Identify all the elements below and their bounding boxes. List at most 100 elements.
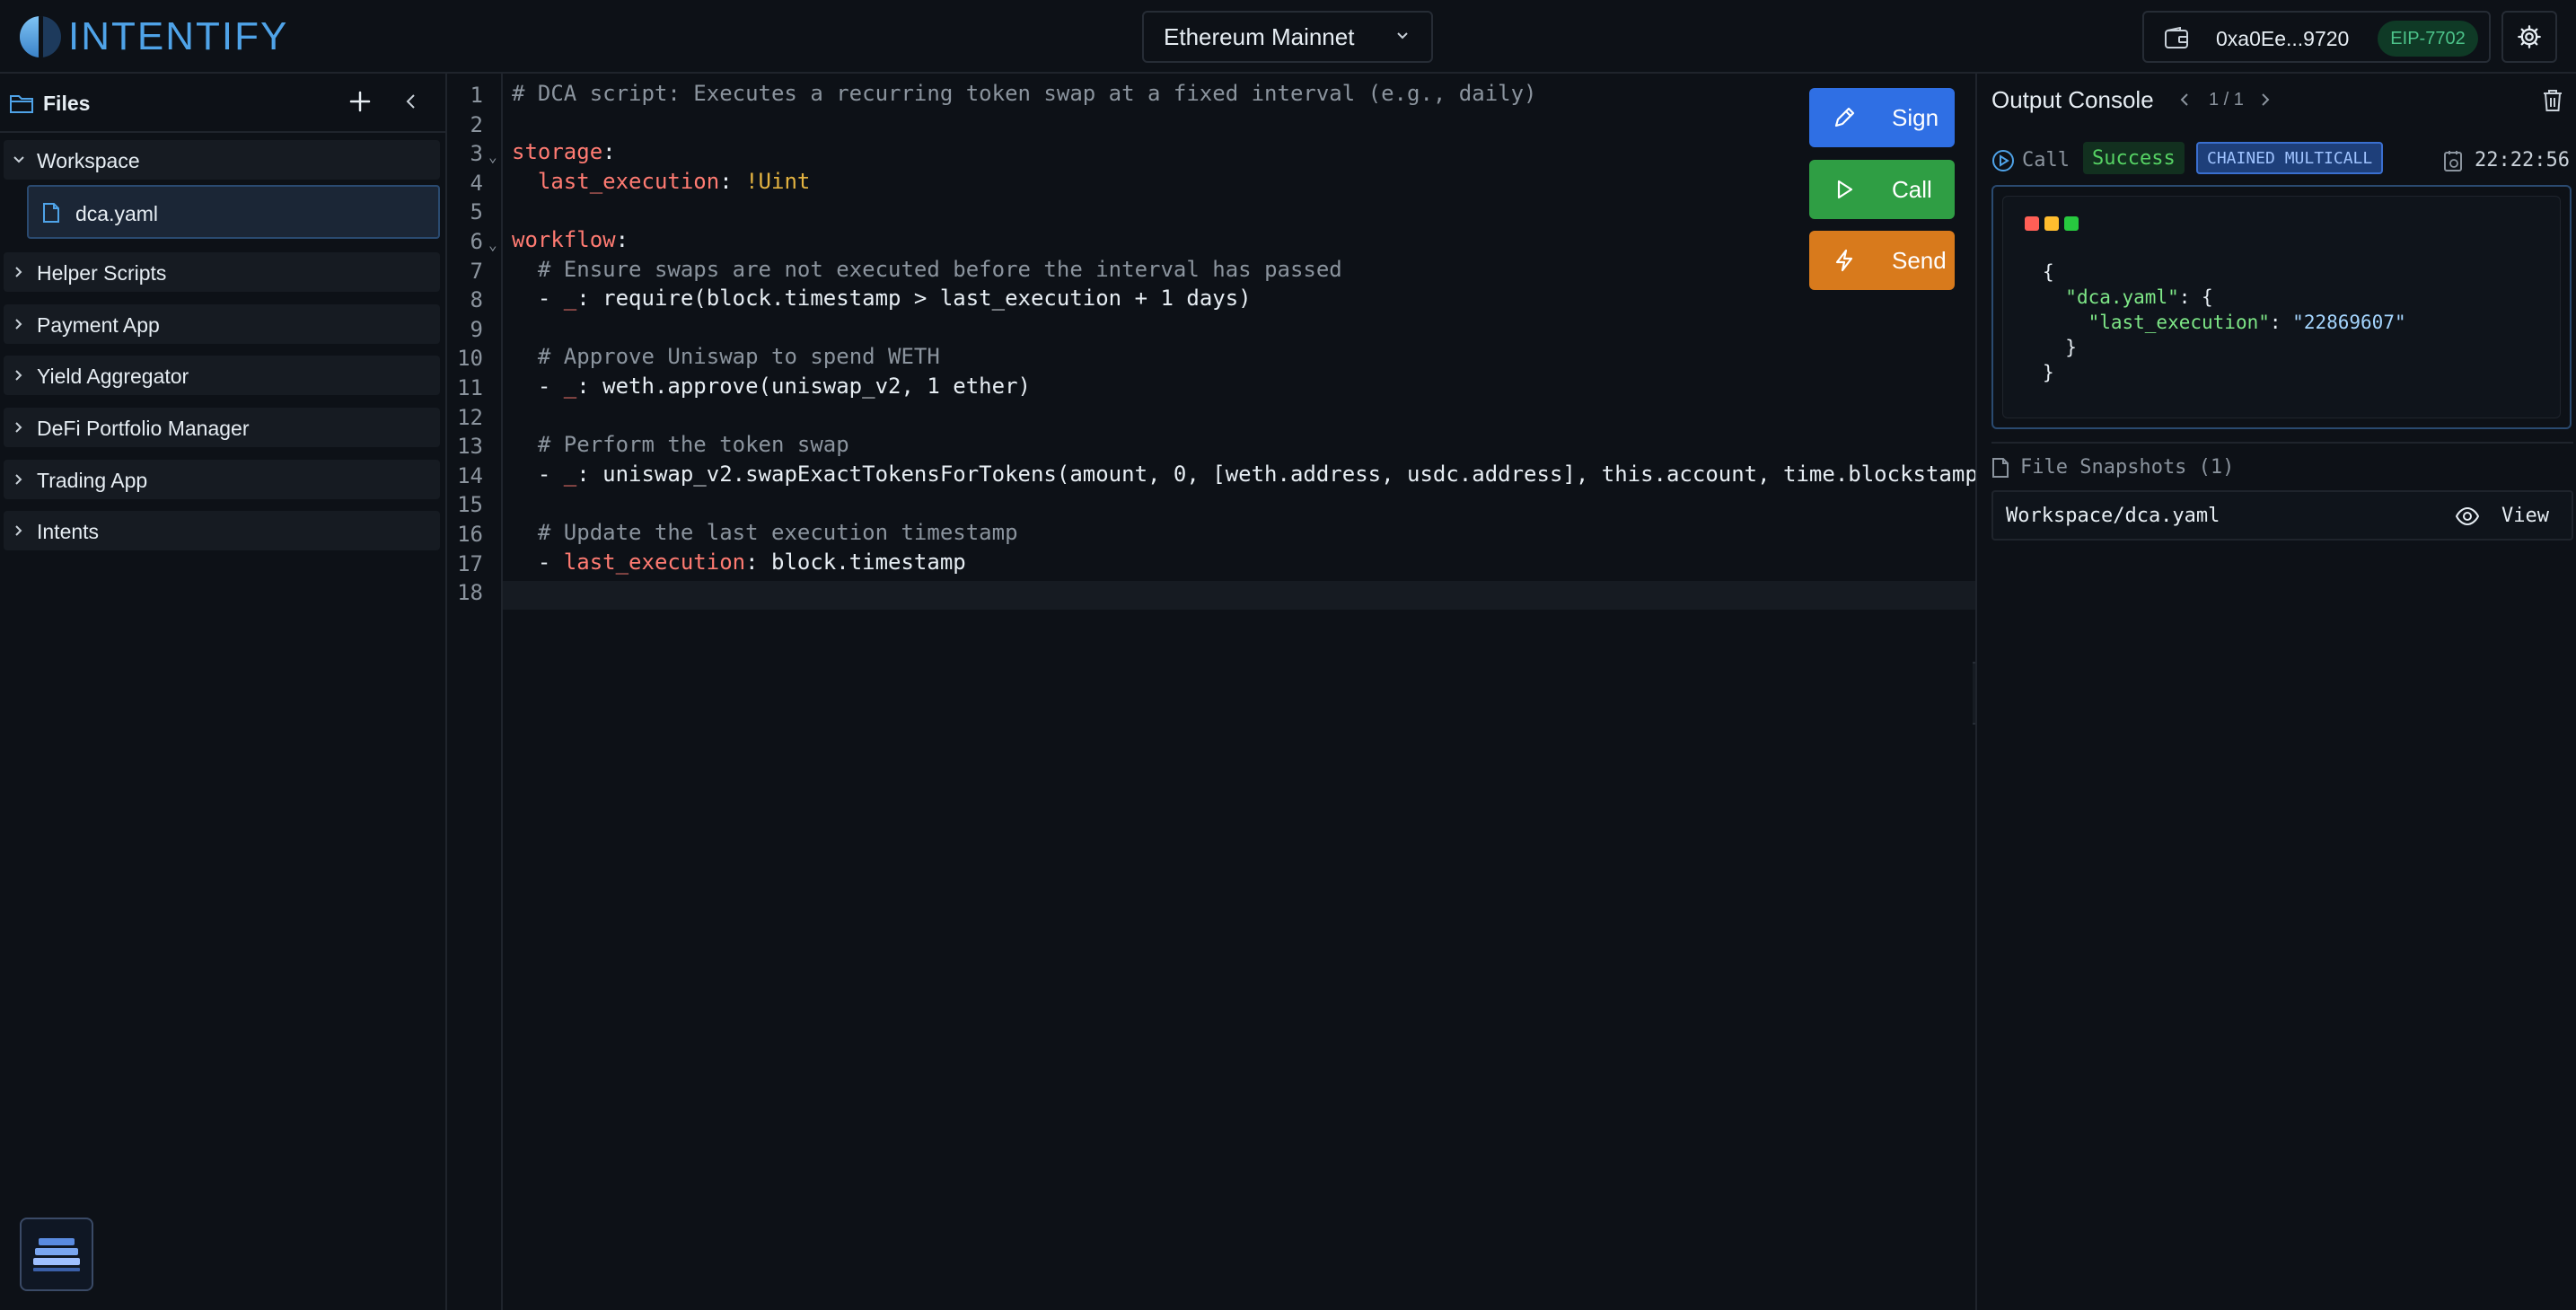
code-editor[interactable]: 1 2 3 ⌄ 4 5 6 ⌄ 7 8 9 10 11 12 13 14 15 16 17 18 # DCA scri…	[447, 74, 1991, 1310]
json-line: "dca.yaml": {	[2065, 286, 2213, 308]
folder-yield-aggregator[interactable]: Yield Aggregator	[4, 356, 440, 395]
line-number: 10	[457, 346, 483, 372]
call-label: Call	[1892, 176, 1932, 203]
line-number: 9	[470, 316, 483, 342]
result-timestamp: 22:22:56	[2475, 149, 2570, 171]
code-token: workflow	[512, 227, 616, 252]
folder-defi-portfolio-manager[interactable]: DeFi Portfolio Manager	[4, 408, 440, 447]
file-snapshots-header: File Snapshots (1)	[1991, 456, 2234, 479]
network-select-value: Ethereum Mainnet	[1164, 22, 1355, 50]
folder-label: Workspace	[37, 149, 140, 172]
chevron-right-icon	[15, 422, 22, 433]
fold-toggle-icon[interactable]: ⌄	[488, 236, 497, 253]
code-token: -	[512, 549, 564, 575]
settings-button[interactable]	[2501, 11, 2557, 63]
eye-icon[interactable]	[2455, 506, 2480, 526]
code-line: - _: weth.approve(uniswap_v2, 1 ether)	[512, 372, 1031, 400]
wallet-button[interactable]: 0xa0Ee...9720 EIP-7702	[2142, 11, 2491, 63]
chevron-right-icon	[15, 319, 22, 330]
code-token: !Uint	[745, 168, 811, 194]
folder-workspace[interactable]: Workspace	[4, 140, 440, 180]
window-dot-green	[2064, 216, 2079, 231]
code-line: # Update the last execution timestamp	[512, 518, 1018, 547]
line-number: 13	[457, 434, 483, 460]
chevron-down-icon	[13, 156, 24, 163]
play-circle-icon	[1992, 150, 2014, 171]
code-token: -	[512, 461, 564, 487]
file-label: dca.yaml	[75, 202, 159, 225]
lightning-icon	[1835, 249, 1853, 272]
folder-intents[interactable]: Intents	[4, 511, 440, 550]
play-icon	[1837, 180, 1853, 199]
line-gutter: 1 2 3 ⌄ 4 5 6 ⌄ 7 8 9 10 11 12 13 14 15 16 17 18	[447, 74, 503, 1310]
pager-indicator: 1 / 1	[2209, 90, 2244, 110]
code-token: storage	[512, 139, 603, 165]
line-number: 1	[470, 83, 483, 108]
folder-label: Payment App	[37, 313, 160, 337]
call-type-label: Call	[2022, 149, 2070, 171]
add-file-icon[interactable]	[347, 88, 374, 115]
folder-label: Yield Aggregator	[37, 365, 189, 388]
code-line: workflow:	[512, 225, 629, 254]
fold-toggle-icon[interactable]: ⌄	[488, 148, 497, 165]
chevron-right-icon[interactable]	[2257, 92, 2273, 108]
folder-label: Intents	[37, 520, 100, 543]
code-line: # Ensure swaps are not executed before t…	[512, 255, 1342, 284]
output-console: Output Console 1 / 1 Call Success CHAINE…	[1975, 74, 2576, 1310]
trash-icon[interactable]	[2541, 88, 2564, 113]
code-line: - _: uniswap_v2.swapExactTokensForTokens…	[512, 460, 1991, 488]
status-badge: Success	[2083, 142, 2185, 174]
chevron-right-icon	[15, 525, 22, 536]
line-number: 5	[470, 199, 483, 225]
folder-helper-scripts[interactable]: Helper Scripts	[4, 252, 440, 292]
code-token: # Perform the token swap	[537, 432, 849, 458]
code-token: last_execution	[537, 168, 720, 194]
folder-payment-app[interactable]: Payment App	[4, 304, 440, 344]
file-snapshots-title: File Snapshots (1)	[2020, 456, 2235, 479]
code-token: -	[512, 374, 564, 399]
line-number: 2	[470, 111, 483, 137]
chevron-right-icon	[15, 370, 22, 381]
code-token: :	[615, 227, 629, 252]
view-snapshot-button[interactable]: View	[2501, 505, 2549, 527]
files-header: Files	[0, 74, 445, 133]
file-icon	[1992, 457, 2009, 478]
line-number: 3	[470, 141, 483, 167]
json-line: }	[2065, 337, 2077, 358]
logo-text: INTENTIFY	[68, 14, 289, 58]
line-number: 4	[470, 170, 483, 196]
json-line: {	[2043, 261, 2054, 283]
sign-label: Sign	[1892, 104, 1939, 131]
send-button[interactable]: Send	[1809, 231, 1955, 290]
layers-button[interactable]	[20, 1218, 93, 1291]
code-line: # DCA script: Executes a recurring token…	[512, 79, 1537, 108]
line-number: 7	[470, 258, 483, 284]
app-logo[interactable]: INTENTIFY	[20, 14, 289, 58]
json-output: { "dca.yaml": { "last_execution": "22869…	[1991, 185, 2572, 429]
code-token: # Approve Uniswap to spend WETH	[537, 344, 940, 370]
line-number: 8	[470, 287, 483, 313]
line-number: 16	[457, 522, 483, 547]
chevron-left-icon[interactable]	[2176, 92, 2193, 108]
code-token: -	[512, 286, 564, 312]
json-line: }	[2043, 362, 2054, 383]
json-output-inner: { "dca.yaml": { "last_execution": "22869…	[2002, 196, 2561, 418]
code-line: last_execution: !Uint	[512, 167, 810, 196]
collapse-sidebar-icon[interactable]	[401, 92, 421, 111]
layers-icon	[33, 1238, 80, 1271]
network-select[interactable]: Ethereum Mainnet	[1142, 11, 1433, 63]
chevron-right-icon	[15, 267, 22, 277]
clock-icon	[2444, 151, 2462, 171]
folder-label: Helper Scripts	[37, 261, 167, 285]
call-button[interactable]: Call	[1809, 160, 1955, 219]
sign-button[interactable]: Sign	[1809, 88, 1955, 147]
files-title: Files	[43, 92, 91, 115]
folder-label: Trading App	[37, 469, 148, 492]
file-dca-yaml[interactable]: dca.yaml	[27, 185, 440, 239]
folder-trading-app[interactable]: Trading App	[4, 460, 440, 499]
snapshot-path: Workspace/dca.yaml	[2006, 505, 2220, 527]
